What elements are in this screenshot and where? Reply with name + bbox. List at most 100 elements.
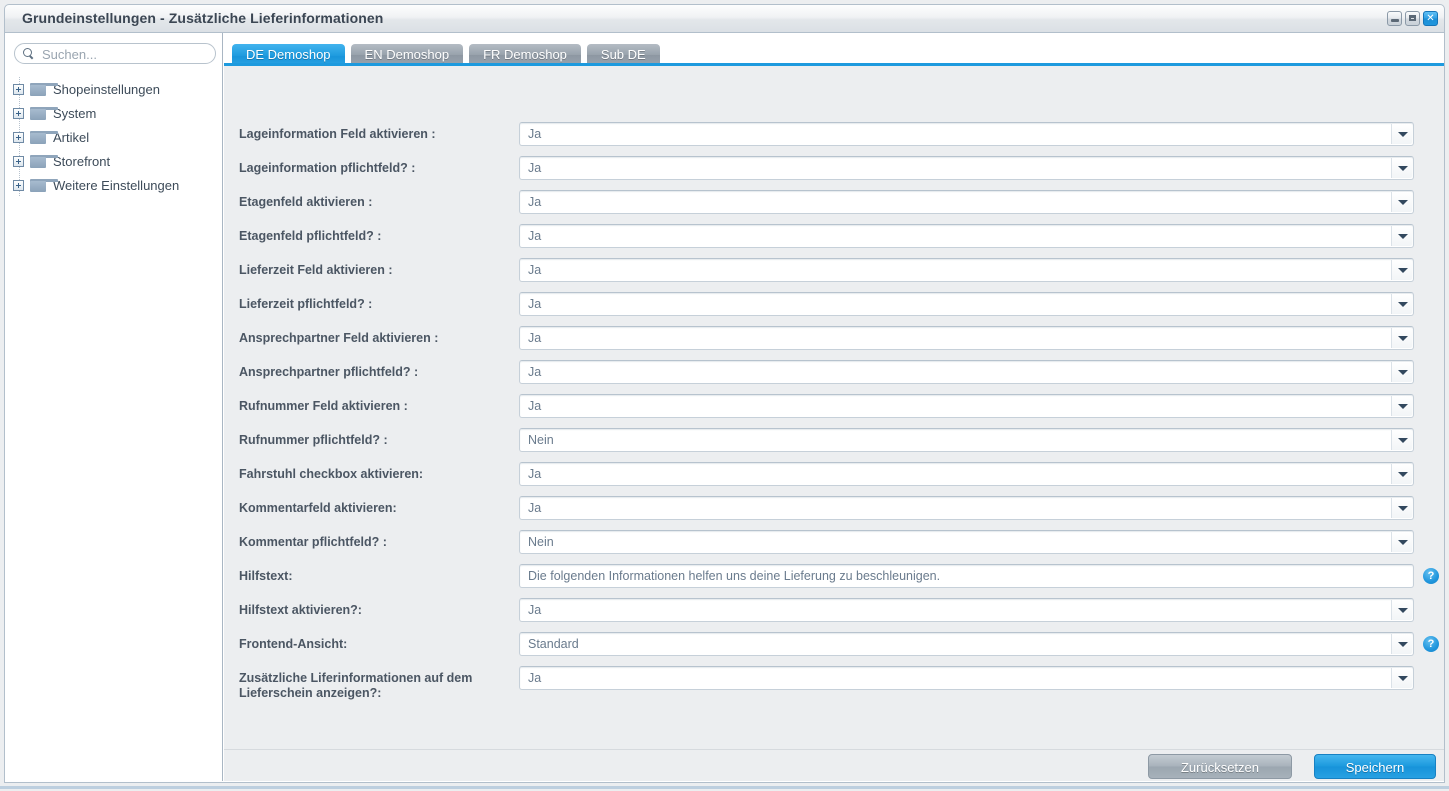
- search-input[interactable]: [40, 44, 214, 65]
- window-bottom-accent: [0, 786, 1449, 789]
- maximize-button[interactable]: [1405, 11, 1420, 26]
- field-label: Ansprechpartner pflichtfeld? :: [239, 365, 419, 379]
- sidebar-item-weitere-einstellungen[interactable]: Weitere Einstellungen: [5, 173, 223, 197]
- navigation-tree: Shopeinstellungen System Artikel Storefr…: [5, 77, 223, 197]
- chevron-down-icon[interactable]: [1391, 600, 1412, 620]
- sidebar-item-shopeinstellungen[interactable]: Shopeinstellungen: [5, 77, 223, 101]
- lageinformation-feld-aktivieren-select[interactable]: Ja: [519, 122, 1414, 146]
- expand-plus-icon[interactable]: [13, 131, 24, 143]
- footer-toolbar: Zurücksetzen Speichern: [224, 750, 1444, 781]
- help-icon[interactable]: ?: [1423, 636, 1439, 652]
- maximize-icon: [1409, 15, 1416, 21]
- rufnummer-pflichtfeld-select[interactable]: Nein: [519, 428, 1414, 452]
- field-label: Hilfstext aktivieren?:: [239, 603, 362, 617]
- etagenfeld-aktivieren-select[interactable]: Ja: [519, 190, 1414, 214]
- hilfstext-aktivieren-select[interactable]: Ja: [519, 598, 1414, 622]
- field-value: Ja: [528, 297, 542, 311]
- field-label: Lageinformation pflichtfeld? :: [239, 161, 416, 175]
- field-label: Kommentar pflichtfeld? :: [239, 535, 387, 549]
- chevron-down-icon[interactable]: [1391, 226, 1412, 246]
- field-label: Fahrstuhl checkbox aktivieren:: [239, 467, 424, 481]
- chevron-down-icon[interactable]: [1391, 430, 1412, 450]
- field-label: Rufnummer Feld aktivieren :: [239, 399, 408, 413]
- field-label: Kommentarfeld aktivieren:: [239, 501, 397, 515]
- fahrstuhl-checkbox-aktivieren-select[interactable]: Ja: [519, 462, 1414, 486]
- sidebar-item-storefront[interactable]: Storefront: [5, 149, 223, 173]
- folder-icon: [30, 106, 58, 120]
- lieferschein-anzeigen-select[interactable]: Ja: [519, 666, 1414, 690]
- kommentar-pflichtfeld-select[interactable]: Nein: [519, 530, 1414, 554]
- field-label: Rufnummer pflichtfeld? :: [239, 433, 388, 447]
- field-value: Die folgenden Informationen helfen uns d…: [528, 569, 941, 583]
- field-label: Etagenfeld pflichtfeld? :: [239, 229, 382, 243]
- sidebar-item-label: Artikel: [53, 129, 90, 145]
- window-controls: ✕: [1387, 11, 1438, 26]
- field-value: Ja: [528, 263, 542, 277]
- field-value: Standard: [528, 637, 579, 651]
- settings-form: Lageinformation Feld aktivieren : Ja Lag…: [224, 66, 1444, 750]
- search-container: [14, 43, 216, 65]
- kommentarfeld-aktivieren-select[interactable]: Ja: [519, 496, 1414, 520]
- chevron-down-icon[interactable]: [1391, 668, 1412, 688]
- expand-plus-icon[interactable]: [13, 107, 24, 119]
- frontend-ansicht-select[interactable]: Standard: [519, 632, 1414, 656]
- folder-icon: [30, 154, 58, 168]
- folder-icon: [30, 130, 58, 144]
- chevron-down-icon[interactable]: [1391, 124, 1412, 144]
- reset-button[interactable]: Zurücksetzen: [1148, 754, 1292, 779]
- field-value: Ja: [528, 399, 542, 413]
- folder-icon: [30, 82, 58, 96]
- chevron-down-icon[interactable]: [1391, 532, 1412, 552]
- chevron-down-icon[interactable]: [1391, 396, 1412, 416]
- chevron-down-icon[interactable]: [1391, 634, 1412, 654]
- hilfstext-input[interactable]: Die folgenden Informationen helfen uns d…: [519, 564, 1414, 588]
- field-value: Ja: [528, 161, 542, 175]
- field-value: Ja: [528, 671, 542, 685]
- field-value: Ja: [528, 467, 542, 481]
- etagenfeld-pflichtfeld-select[interactable]: Ja: [519, 224, 1414, 248]
- chevron-down-icon[interactable]: [1391, 498, 1412, 518]
- help-icon[interactable]: ?: [1423, 568, 1439, 584]
- lieferzeit-pflichtfeld-select[interactable]: Ja: [519, 292, 1414, 316]
- chevron-down-icon[interactable]: [1391, 362, 1412, 382]
- field-label: Ansprechpartner Feld aktivieren :: [239, 331, 439, 345]
- chevron-down-icon[interactable]: [1391, 192, 1412, 212]
- save-button[interactable]: Speichern: [1314, 754, 1436, 779]
- chevron-down-icon[interactable]: [1391, 158, 1412, 178]
- expand-plus-icon[interactable]: [13, 155, 24, 167]
- application-window: Grundeinstellungen - Zusätzliche Lieferi…: [0, 0, 1449, 791]
- field-value: Ja: [528, 501, 542, 515]
- sidebar-item-label: Weitere Einstellungen: [53, 177, 180, 193]
- field-value: Ja: [528, 331, 542, 345]
- sidebar-item-system[interactable]: System: [5, 101, 223, 125]
- chevron-down-icon[interactable]: [1391, 260, 1412, 280]
- chevron-down-icon[interactable]: [1391, 328, 1412, 348]
- field-value: Nein: [528, 535, 554, 549]
- field-value: Ja: [528, 603, 542, 617]
- window-body: Shopeinstellungen System Artikel: [4, 33, 1445, 783]
- ansprechpartner-pflichtfeld-select[interactable]: Ja: [519, 360, 1414, 384]
- field-label: Frontend-Ansicht:: [239, 637, 348, 651]
- lageinformation-pflichtfeld-select[interactable]: Ja: [519, 156, 1414, 180]
- lieferzeit-feld-aktivieren-select[interactable]: Ja: [519, 258, 1414, 282]
- search-icon: [23, 48, 32, 57]
- field-value: Ja: [528, 195, 542, 209]
- field-value: Ja: [528, 365, 542, 379]
- expand-plus-icon[interactable]: [13, 179, 24, 191]
- folder-icon: [30, 178, 58, 192]
- chevron-down-icon[interactable]: [1391, 464, 1412, 484]
- close-icon: ✕: [1426, 13, 1435, 24]
- chevron-down-icon[interactable]: [1391, 294, 1412, 314]
- rufnummer-feld-aktivieren-select[interactable]: Ja: [519, 394, 1414, 418]
- field-value: Ja: [528, 229, 542, 243]
- close-button[interactable]: ✕: [1423, 11, 1438, 26]
- ansprechpartner-feld-aktivieren-select[interactable]: Ja: [519, 326, 1414, 350]
- minimize-icon: [1391, 19, 1399, 22]
- field-label: Etagenfeld aktivieren :: [239, 195, 373, 209]
- expand-plus-icon[interactable]: [13, 83, 24, 95]
- field-label: Lieferzeit Feld aktivieren :: [239, 263, 393, 277]
- minimize-button[interactable]: [1387, 11, 1402, 26]
- sidebar-item-artikel[interactable]: Artikel: [5, 125, 223, 149]
- search-box[interactable]: [14, 43, 216, 65]
- window-title: Grundeinstellungen - Zusätzliche Lieferi…: [22, 10, 384, 26]
